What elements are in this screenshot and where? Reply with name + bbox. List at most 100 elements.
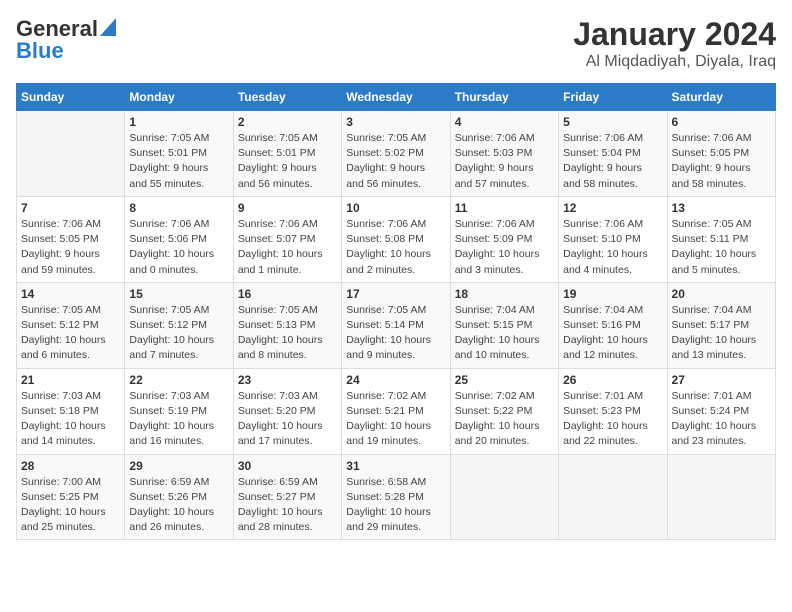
day-info: Sunrise: 6:58 AM Sunset: 5:28 PM Dayligh…: [346, 475, 445, 536]
day-info: Sunrise: 7:06 AM Sunset: 5:10 PM Dayligh…: [563, 217, 662, 278]
day-info: Sunrise: 7:06 AM Sunset: 5:06 PM Dayligh…: [129, 217, 228, 278]
calendar-cell: 15 Sunrise: 7:05 AM Sunset: 5:12 PM Dayli…: [125, 282, 233, 368]
day-info: Sunrise: 7:05 AM Sunset: 5:11 PM Dayligh…: [672, 217, 771, 278]
calendar-cell: 11 Sunrise: 7:06 AM Sunset: 5:09 PM Dayli…: [450, 196, 558, 282]
calendar-cell: 9 Sunrise: 7:06 AM Sunset: 5:07 PM Daylig…: [233, 196, 341, 282]
calendar-cell: [450, 454, 558, 540]
day-number: 21: [21, 373, 120, 387]
day-info: Sunrise: 7:04 AM Sunset: 5:15 PM Dayligh…: [455, 303, 554, 364]
day-number: 1: [129, 115, 228, 129]
day-number: 27: [672, 373, 771, 387]
day-info: Sunrise: 7:05 AM Sunset: 5:01 PM Dayligh…: [238, 131, 337, 192]
day-number: 26: [563, 373, 662, 387]
day-info: Sunrise: 7:01 AM Sunset: 5:24 PM Dayligh…: [672, 389, 771, 450]
day-info: Sunrise: 6:59 AM Sunset: 5:26 PM Dayligh…: [129, 475, 228, 536]
day-number: 7: [21, 201, 120, 215]
calendar-cell: 7Sunrise: 7:06 AM Sunset: 5:05 PM Daylig…: [17, 196, 125, 282]
logo: General Blue: [16, 16, 116, 64]
weekday-header: Monday: [125, 84, 233, 111]
day-number: 16: [238, 287, 337, 301]
day-number: 30: [238, 459, 337, 473]
day-number: 28: [21, 459, 120, 473]
day-number: 12: [563, 201, 662, 215]
day-info: Sunrise: 7:04 AM Sunset: 5:16 PM Dayligh…: [563, 303, 662, 364]
day-number: 29: [129, 459, 228, 473]
day-info: Sunrise: 7:03 AM Sunset: 5:20 PM Dayligh…: [238, 389, 337, 450]
calendar-cell: 19 Sunrise: 7:04 AM Sunset: 5:16 PM Dayli…: [559, 282, 667, 368]
day-number: 17: [346, 287, 445, 301]
calendar-cell: [667, 454, 775, 540]
day-number: 18: [455, 287, 554, 301]
calendar-cell: 30 Sunrise: 6:59 AM Sunset: 5:27 PM Dayli…: [233, 454, 341, 540]
calendar-week-row: 28Sunrise: 7:00 AM Sunset: 5:25 PM Dayli…: [17, 454, 776, 540]
title-block: January 2024 Al Miqdadiyah, Diyala, Iraq: [573, 16, 776, 71]
day-info: Sunrise: 7:06 AM Sunset: 5:05 PM Dayligh…: [672, 131, 771, 192]
calendar-cell: 21Sunrise: 7:03 AM Sunset: 5:18 PM Dayli…: [17, 368, 125, 454]
calendar-cell: 2Sunrise: 7:05 AM Sunset: 5:01 PM Daylig…: [233, 111, 341, 197]
day-number: 4: [455, 115, 554, 129]
calendar-cell: 13 Sunrise: 7:05 AM Sunset: 5:11 PM Dayli…: [667, 196, 775, 282]
weekday-header: Tuesday: [233, 84, 341, 111]
calendar-cell: 18 Sunrise: 7:04 AM Sunset: 5:15 PM Dayli…: [450, 282, 558, 368]
day-number: 13: [672, 201, 771, 215]
calendar-header-row: SundayMondayTuesdayWednesdayThursdayFrid…: [17, 84, 776, 111]
calendar-week-row: 14Sunrise: 7:05 AM Sunset: 5:12 PM Dayli…: [17, 282, 776, 368]
day-number: 25: [455, 373, 554, 387]
calendar-cell: 17 Sunrise: 7:05 AM Sunset: 5:14 PM Dayli…: [342, 282, 450, 368]
calendar-week-row: 7Sunrise: 7:06 AM Sunset: 5:05 PM Daylig…: [17, 196, 776, 282]
day-info: Sunrise: 7:04 AM Sunset: 5:17 PM Dayligh…: [672, 303, 771, 364]
day-info: Sunrise: 7:05 AM Sunset: 5:14 PM Dayligh…: [346, 303, 445, 364]
day-number: 6: [672, 115, 771, 129]
day-number: 31: [346, 459, 445, 473]
calendar-cell: 25 Sunrise: 7:02 AM Sunset: 5:22 PM Dayli…: [450, 368, 558, 454]
day-number: 19: [563, 287, 662, 301]
calendar-cell: 16 Sunrise: 7:05 AM Sunset: 5:13 PM Dayli…: [233, 282, 341, 368]
day-info: Sunrise: 7:05 AM Sunset: 5:12 PM Dayligh…: [129, 303, 228, 364]
calendar-cell: 6 Sunrise: 7:06 AM Sunset: 5:05 PM Daylig…: [667, 111, 775, 197]
calendar-cell: [559, 454, 667, 540]
calendar-cell: 4 Sunrise: 7:06 AM Sunset: 5:03 PM Daylig…: [450, 111, 558, 197]
day-info: Sunrise: 6:59 AM Sunset: 5:27 PM Dayligh…: [238, 475, 337, 536]
calendar-cell: 14Sunrise: 7:05 AM Sunset: 5:12 PM Dayli…: [17, 282, 125, 368]
day-number: 11: [455, 201, 554, 215]
day-info: Sunrise: 7:06 AM Sunset: 5:03 PM Dayligh…: [455, 131, 554, 192]
calendar-cell: 8Sunrise: 7:06 AM Sunset: 5:06 PM Daylig…: [125, 196, 233, 282]
calendar-cell: 29 Sunrise: 6:59 AM Sunset: 5:26 PM Dayli…: [125, 454, 233, 540]
day-info: Sunrise: 7:05 AM Sunset: 5:13 PM Dayligh…: [238, 303, 337, 364]
day-info: Sunrise: 7:05 AM Sunset: 5:02 PM Dayligh…: [346, 131, 445, 192]
day-info: Sunrise: 7:05 AM Sunset: 5:12 PM Dayligh…: [21, 303, 120, 364]
calendar-cell: [17, 111, 125, 197]
calendar-cell: 28Sunrise: 7:00 AM Sunset: 5:25 PM Dayli…: [17, 454, 125, 540]
calendar-cell: 5Sunrise: 7:06 AM Sunset: 5:04 PM Daylig…: [559, 111, 667, 197]
day-number: 22: [129, 373, 228, 387]
calendar-table: SundayMondayTuesdayWednesdayThursdayFrid…: [16, 83, 776, 540]
day-number: 20: [672, 287, 771, 301]
calendar-cell: 1Sunrise: 7:05 AM Sunset: 5:01 PM Daylig…: [125, 111, 233, 197]
calendar-cell: 3 Sunrise: 7:05 AM Sunset: 5:02 PM Daylig…: [342, 111, 450, 197]
calendar-cell: 26Sunrise: 7:01 AM Sunset: 5:23 PM Dayli…: [559, 368, 667, 454]
calendar-cell: 10Sunrise: 7:06 AM Sunset: 5:08 PM Dayli…: [342, 196, 450, 282]
calendar-cell: 27 Sunrise: 7:01 AM Sunset: 5:24 PM Dayli…: [667, 368, 775, 454]
day-number: 5: [563, 115, 662, 129]
day-info: Sunrise: 7:06 AM Sunset: 5:09 PM Dayligh…: [455, 217, 554, 278]
logo-arrow-icon: [100, 18, 116, 41]
calendar-week-row: 1 Sunrise: 7:05 AM Sunset: 5:01 PM Daylig…: [17, 111, 776, 197]
calendar-subtitle: Al Miqdadiyah, Diyala, Iraq: [573, 53, 776, 71]
calendar-cell: 20 Sunrise: 7:04 AM Sunset: 5:17 PM Dayli…: [667, 282, 775, 368]
day-number: 15: [129, 287, 228, 301]
day-info: Sunrise: 7:06 AM Sunset: 5:07 PM Dayligh…: [238, 217, 337, 278]
day-info: Sunrise: 7:06 AM Sunset: 5:08 PM Dayligh…: [346, 217, 445, 278]
day-number: 9: [238, 201, 337, 215]
calendar-cell: 24Sunrise: 7:02 AM Sunset: 5:21 PM Dayli…: [342, 368, 450, 454]
day-number: 3: [346, 115, 445, 129]
calendar-cell: 31 Sunrise: 6:58 AM Sunset: 5:28 PM Dayli…: [342, 454, 450, 540]
day-info: Sunrise: 7:02 AM Sunset: 5:21 PM Dayligh…: [346, 389, 445, 450]
weekday-header: Wednesday: [342, 84, 450, 111]
day-info: Sunrise: 7:02 AM Sunset: 5:22 PM Dayligh…: [455, 389, 554, 450]
day-number: 23: [238, 373, 337, 387]
page-header: General Blue January 2024 Al Miqdadiyah,…: [16, 16, 776, 71]
weekday-header: Friday: [559, 84, 667, 111]
calendar-cell: 12 Sunrise: 7:06 AM Sunset: 5:10 PM Dayli…: [559, 196, 667, 282]
weekday-header: Sunday: [17, 84, 125, 111]
day-info: Sunrise: 7:03 AM Sunset: 5:19 PM Dayligh…: [129, 389, 228, 450]
